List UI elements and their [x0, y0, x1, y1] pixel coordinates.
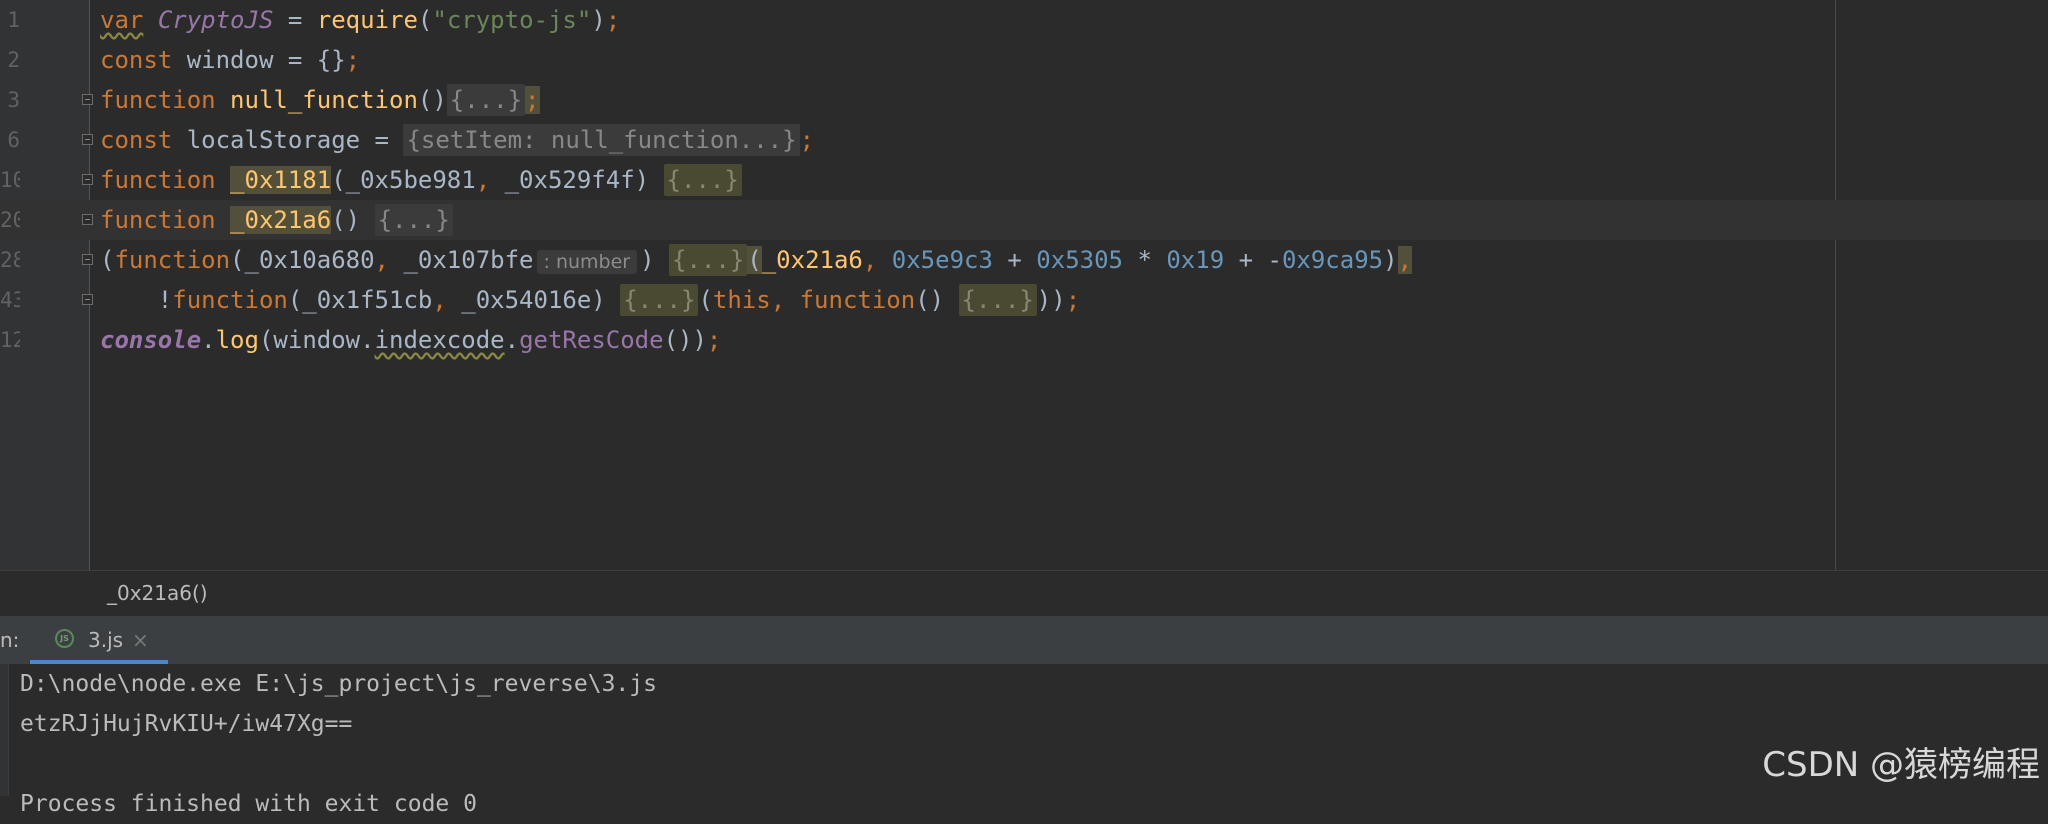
line-number: 20 [0, 208, 20, 232]
console-line: etzRJjHujRvKIU+/iw47Xg== [20, 711, 353, 737]
code-text[interactable]: function null_function() {...}; [100, 80, 540, 120]
line-number: 2 [7, 48, 20, 72]
code-text[interactable]: (function(_0x10a680, _0x107bfe: number) … [100, 240, 1413, 280]
code-text[interactable]: const window = {}; [100, 40, 360, 80]
line-number: 6 [7, 128, 20, 152]
run-tool-window-header: n: JS 3.js × [0, 616, 2048, 664]
folded-region[interactable]: {setItem: null_function...} [403, 124, 800, 156]
parameter-type-hint: : number [536, 250, 638, 274]
code-text[interactable]: const localStorage = {setItem: null_func… [100, 120, 814, 160]
folded-region[interactable]: {...} [620, 284, 699, 316]
fold-toggle-icon[interactable] [82, 254, 93, 265]
code-line[interactable]: 1 var CryptoJS = require("crypto-js"); [0, 0, 2048, 40]
code-line[interactable]: 10 function _0x1181(_0x5be981, _0x529f4f… [0, 160, 2048, 200]
breadcrumb-item[interactable]: _0x21a6() [107, 571, 208, 616]
folded-region[interactable]: {...} [669, 244, 748, 276]
console-line: D:\node\node.exe E:\js_project\js_revers… [20, 671, 657, 697]
console-line: Process finished with exit code 0 [20, 791, 477, 817]
code-text[interactable]: function _0x1181(_0x5be981, _0x529f4f) {… [100, 160, 742, 200]
run-label: n: [0, 628, 20, 652]
code-editor[interactable]: 1 var CryptoJS = require("crypto-js"); 2… [0, 0, 2048, 570]
line-number: 12 [0, 328, 20, 352]
fold-toggle-icon[interactable] [82, 214, 93, 225]
code-line[interactable]: 43 !function(_0x1f51cb, _0x54016e) {...}… [0, 280, 2048, 320]
console-output[interactable]: D:\node\node.exe E:\js_project\js_revers… [0, 664, 2048, 817]
folded-region[interactable]: {...} [958, 284, 1037, 316]
fold-toggle-icon[interactable] [82, 94, 93, 105]
run-tab-3js[interactable]: JS 3.js × [30, 616, 168, 664]
line-number: 10 [0, 168, 20, 192]
folded-region[interactable]: {...} [663, 164, 742, 196]
folded-region[interactable]: {...} [374, 204, 453, 236]
code-line-current[interactable]: 20 function _0x21a6() {...} [0, 200, 2048, 240]
fold-toggle-icon[interactable] [82, 174, 93, 185]
code-line[interactable]: 2 const window = {}; [0, 40, 2048, 80]
console-toolbar-strip [0, 664, 9, 796]
code-text[interactable]: function _0x21a6() {...} [100, 200, 453, 240]
code-line[interactable]: 12 console.log(window.indexcode.getResCo… [0, 320, 2048, 360]
line-number: 1 [7, 8, 20, 32]
code-line[interactable]: 28 (function(_0x10a680, _0x107bfe: numbe… [0, 240, 2048, 280]
nodejs-file-icon: JS [55, 629, 74, 648]
code-text[interactable]: console.log(window.indexcode.getResCode(… [100, 320, 721, 360]
fold-toggle-icon[interactable] [82, 294, 93, 305]
watermark: CSDN @猿榜编程 [1762, 745, 2040, 785]
code-line[interactable]: 6 const localStorage = {setItem: null_fu… [0, 120, 2048, 160]
line-number: 3 [7, 88, 20, 112]
code-line[interactable]: 3 function null_function() {...}; [0, 80, 2048, 120]
line-number: 28 [0, 248, 20, 272]
code-text[interactable]: !function(_0x1f51cb, _0x54016e) {...} (th… [100, 280, 1080, 320]
fold-toggle-icon[interactable] [82, 134, 93, 145]
close-icon[interactable]: × [132, 616, 149, 664]
folded-region[interactable]: {...} [446, 84, 526, 116]
line-number: 43 [0, 288, 20, 312]
breadcrumb[interactable]: _0x21a6() [0, 570, 2048, 616]
code-text[interactable]: var CryptoJS = require("crypto-js"); [100, 0, 620, 40]
run-tab-label: 3.js [88, 628, 124, 652]
